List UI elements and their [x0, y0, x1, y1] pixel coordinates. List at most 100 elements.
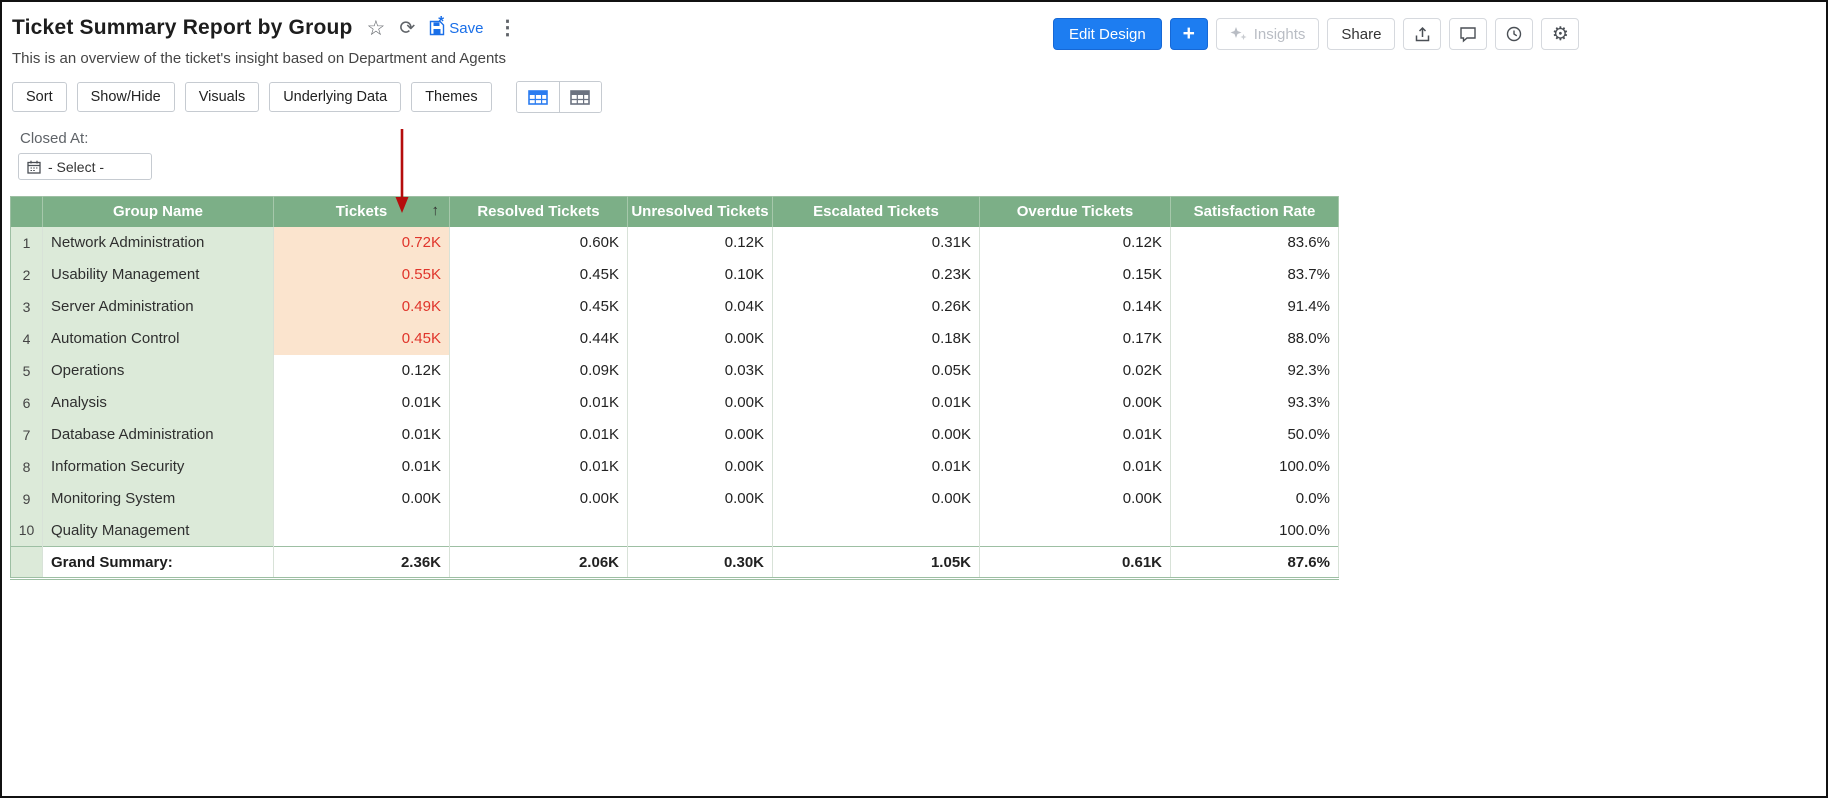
show-hide-button[interactable]: Show/Hide [77, 82, 175, 112]
favorite-star-icon[interactable]: ☆ [367, 18, 386, 39]
resolved-tickets-cell[interactable]: 0.01K [450, 419, 628, 451]
column-header-escalated[interactable]: Escalated Tickets [773, 197, 980, 227]
tickets-cell[interactable]: 0.45K [274, 323, 450, 355]
satisfaction-rate-cell[interactable]: 83.6% [1171, 227, 1339, 259]
unresolved-tickets-cell[interactable]: 0.03K [628, 355, 773, 387]
edit-design-button[interactable]: Edit Design [1053, 18, 1162, 50]
overdue-tickets-cell[interactable]: 0.02K [980, 355, 1171, 387]
unresolved-tickets-cell[interactable]: 0.00K [628, 451, 773, 483]
overdue-tickets-cell[interactable]: 0.00K [980, 387, 1171, 419]
escalated-tickets-cell[interactable]: 0.00K [773, 483, 980, 515]
overdue-tickets-cell[interactable]: 0.15K [980, 259, 1171, 291]
resolved-tickets-cell[interactable]: 0.00K [450, 483, 628, 515]
unresolved-tickets-cell[interactable]: 0.04K [628, 291, 773, 323]
column-header-group-name[interactable]: Group Name [43, 197, 274, 227]
column-header-satisfaction[interactable]: Satisfaction Rate [1171, 197, 1339, 227]
group-name-cell[interactable]: Monitoring System [43, 483, 274, 515]
resolved-tickets-cell[interactable]: 0.01K [450, 387, 628, 419]
group-name-cell[interactable]: Analysis [43, 387, 274, 419]
refresh-icon[interactable]: ⟳ [399, 19, 415, 38]
underlying-data-button[interactable]: Underlying Data [269, 82, 401, 112]
satisfaction-rate-cell[interactable]: 100.0% [1171, 515, 1339, 547]
tickets-cell[interactable]: 0.01K [274, 451, 450, 483]
tickets-cell[interactable] [274, 515, 450, 547]
comments-button[interactable] [1449, 18, 1487, 50]
unresolved-tickets-cell[interactable] [628, 515, 773, 547]
resolved-tickets-cell[interactable]: 0.45K [450, 291, 628, 323]
themes-button[interactable]: Themes [411, 82, 491, 112]
escalated-tickets-cell[interactable]: 0.01K [773, 387, 980, 419]
row-number: 10 [11, 515, 43, 547]
group-name-cell[interactable]: Operations [43, 355, 274, 387]
column-header-overdue[interactable]: Overdue Tickets [980, 197, 1171, 227]
satisfaction-rate-cell[interactable]: 100.0% [1171, 451, 1339, 483]
resolved-tickets-cell[interactable]: 0.45K [450, 259, 628, 291]
add-button[interactable]: + [1170, 18, 1208, 50]
tickets-cell[interactable]: 0.55K [274, 259, 450, 291]
resolved-tickets-cell[interactable]: 0.44K [450, 323, 628, 355]
satisfaction-rate-cell[interactable]: 50.0% [1171, 419, 1339, 451]
unresolved-tickets-cell[interactable]: 0.10K [628, 259, 773, 291]
resolved-tickets-cell[interactable] [450, 515, 628, 547]
group-name-cell[interactable]: Automation Control [43, 323, 274, 355]
escalated-tickets-cell[interactable]: 0.05K [773, 355, 980, 387]
escalated-tickets-cell[interactable]: 0.23K [773, 259, 980, 291]
tickets-cell[interactable]: 0.72K [274, 227, 450, 259]
save-button[interactable]: * Save [429, 20, 483, 37]
unresolved-tickets-cell[interactable]: 0.12K [628, 227, 773, 259]
export-button[interactable] [1403, 18, 1441, 50]
table-view-button-active[interactable] [517, 82, 559, 112]
unresolved-tickets-cell[interactable]: 0.00K [628, 323, 773, 355]
escalated-tickets-cell[interactable]: 0.26K [773, 291, 980, 323]
overdue-tickets-cell[interactable]: 0.14K [980, 291, 1171, 323]
alerts-button[interactable] [1495, 18, 1533, 50]
satisfaction-rate-cell[interactable]: 83.7% [1171, 259, 1339, 291]
escalated-tickets-cell[interactable] [773, 515, 980, 547]
overdue-tickets-cell[interactable]: 0.12K [980, 227, 1171, 259]
satisfaction-rate-cell[interactable]: 93.3% [1171, 387, 1339, 419]
tickets-cell[interactable]: 0.01K [274, 387, 450, 419]
unresolved-tickets-cell[interactable]: 0.00K [628, 387, 773, 419]
satisfaction-rate-cell[interactable]: 91.4% [1171, 291, 1339, 323]
group-name-cell[interactable]: Usability Management [43, 259, 274, 291]
overdue-tickets-cell[interactable]: 0.01K [980, 451, 1171, 483]
column-header-resolved[interactable]: Resolved Tickets [450, 197, 628, 227]
escalated-tickets-cell[interactable]: 0.31K [773, 227, 980, 259]
visuals-button[interactable]: Visuals [185, 82, 259, 112]
escalated-tickets-cell[interactable]: 0.01K [773, 451, 980, 483]
resolved-tickets-cell[interactable]: 0.60K [450, 227, 628, 259]
group-name-cell[interactable]: Information Security [43, 451, 274, 483]
insights-button[interactable]: Insights [1216, 18, 1320, 50]
overdue-tickets-cell[interactable]: 0.17K [980, 323, 1171, 355]
tickets-cell[interactable]: 0.12K [274, 355, 450, 387]
group-name-cell[interactable]: Server Administration [43, 291, 274, 323]
column-header-unresolved[interactable]: Unresolved Tickets [628, 197, 773, 227]
group-name-cell[interactable]: Database Administration [43, 419, 274, 451]
unresolved-tickets-cell[interactable]: 0.00K [628, 483, 773, 515]
summary-label: Grand Summary: [43, 547, 274, 579]
resolved-tickets-cell[interactable]: 0.09K [450, 355, 628, 387]
satisfaction-rate-cell[interactable]: 0.0% [1171, 483, 1339, 515]
tickets-cell[interactable]: 0.00K [274, 483, 450, 515]
more-options-icon[interactable]: ⋮ [497, 18, 517, 38]
overdue-tickets-cell[interactable]: 0.01K [980, 419, 1171, 451]
sort-button[interactable]: Sort [12, 82, 67, 112]
group-name-cell[interactable]: Quality Management [43, 515, 274, 547]
overdue-tickets-cell[interactable]: 0.00K [980, 483, 1171, 515]
unresolved-tickets-cell[interactable]: 0.00K [628, 419, 773, 451]
escalated-tickets-cell[interactable]: 0.18K [773, 323, 980, 355]
closed-at-select[interactable]: - Select - [18, 153, 152, 180]
overdue-tickets-cell[interactable] [980, 515, 1171, 547]
resolved-tickets-cell[interactable]: 0.01K [450, 451, 628, 483]
group-name-cell[interactable]: Network Administration [43, 227, 274, 259]
sort-ascending-icon[interactable]: ↑ [432, 202, 440, 219]
tickets-cell[interactable]: 0.49K [274, 291, 450, 323]
satisfaction-rate-cell[interactable]: 88.0% [1171, 323, 1339, 355]
column-header-tickets[interactable]: Tickets↑ [274, 197, 450, 227]
escalated-tickets-cell[interactable]: 0.00K [773, 419, 980, 451]
satisfaction-rate-cell[interactable]: 92.3% [1171, 355, 1339, 387]
settings-button[interactable]: ⚙ [1541, 18, 1579, 50]
share-button[interactable]: Share [1327, 18, 1395, 50]
compact-view-button[interactable] [559, 82, 601, 112]
tickets-cell[interactable]: 0.01K [274, 419, 450, 451]
